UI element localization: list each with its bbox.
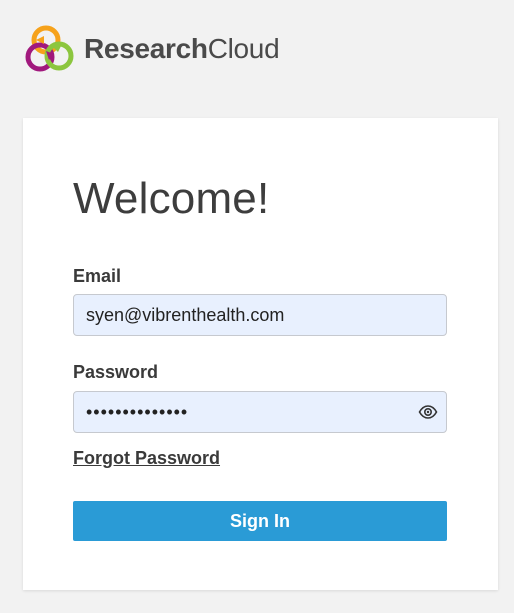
password-field[interactable] [73,391,447,433]
email-label: Email [73,266,122,286]
email-field[interactable] [73,294,447,336]
page-title: Welcome! [73,174,270,223]
forgot-password-link[interactable]: Forgot Password [73,448,220,469]
sign-in-button[interactable]: Sign In [73,501,447,541]
brand-name: ResearchCloud [84,33,280,64]
brand-name-bold: Research [84,33,208,64]
brand-name-light: Cloud [207,33,280,64]
password-label: Password [73,362,159,382]
eye-icon[interactable] [418,402,438,422]
header: ResearchCloud [22,22,280,76]
research-cloud-logo-icon [22,22,76,76]
password-field-wrapper [73,391,447,433]
login-card: Welcome! Email Password Forgot Password … [23,118,498,590]
